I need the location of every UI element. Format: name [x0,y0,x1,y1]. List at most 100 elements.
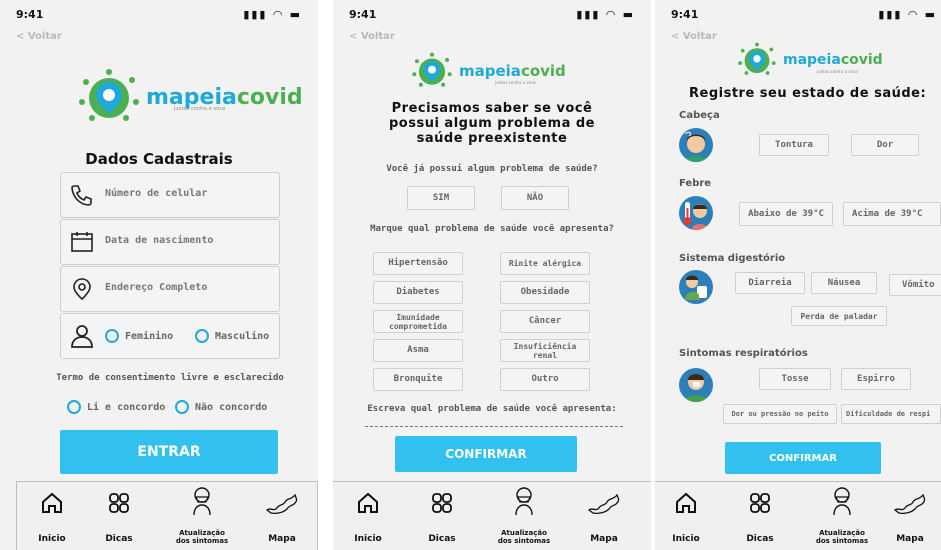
yes-button[interactable]: SIM [407,186,475,210]
male-radio[interactable] [195,329,209,343]
nav-symptoms[interactable]: Atualização dos sintomas [167,482,237,550]
birthdate-field[interactable]: Data de nascimento [60,219,280,265]
condition-option[interactable]: Asma [373,339,463,362]
nav-map[interactable]: Mapa [879,482,941,550]
condition-option[interactable]: Hipertensão [373,252,463,275]
consent-no-radio[interactable] [175,400,189,414]
nav-tips-label: Dicas [746,534,774,544]
no-button[interactable]: NÃO [501,186,569,210]
brand-tagline: juntos contra o vírus [817,69,859,74]
option-dizziness[interactable]: Tontura [759,134,829,156]
virus-pin-icon [412,52,452,87]
person-mask-icon [193,487,211,516]
category-digestive: Sistema digestório [679,253,786,264]
consent-title: Termo de consentimento livre e esclareci… [56,373,284,383]
option-sneeze[interactable]: Espirro [841,368,911,390]
home-icon [358,492,378,513]
address-field[interactable]: Endereço Completo [60,266,280,312]
status-bar: 9:41 ▮▮▮ ◠ ▬ [349,8,641,22]
option-below-39[interactable]: Abaixo de 39°C [739,202,833,226]
nav-symptoms[interactable]: Atualização dos sintomas [807,482,877,550]
nav-symptoms-line2: dos sintomas [175,537,229,545]
confirm-button[interactable]: CONFIRMAR [725,442,881,474]
confirm-button[interactable]: CONFIRMAR [395,436,577,472]
page-title: Registre seu estado de saúde: [689,86,927,101]
male-label: Masculino [215,330,270,342]
nav-tips[interactable]: Dicas [84,482,154,550]
condition-option[interactable]: Insuficiência renal [500,339,590,362]
enter-button[interactable]: ENTRAR [60,430,278,474]
consent-yes-radio[interactable] [67,400,81,414]
nav-map-label: Mapa [896,534,924,544]
dizzy-person-icon [683,131,709,162]
nav-home[interactable]: Inicio [333,482,403,550]
calendar-icon [71,232,93,252]
status-bar: 9:41 ▮▮▮ ◠ ▬ [16,8,308,22]
option-nausea[interactable]: Náusea [811,272,877,294]
option-vomit[interactable]: Vômito [889,274,941,296]
question-which-condition: Marque qual problema de saúde você apres… [370,224,614,234]
category-head: Cabeça [679,110,720,121]
nav-symptoms-line2: dos sintomas [497,537,551,545]
respiratory-illustration [679,368,713,402]
app-logo: mapeiacovid juntos contra o vírus [411,52,566,90]
option-breathing-difficulty[interactable]: Dificuldade de respi [841,404,941,424]
status-time: 9:41 [349,8,377,21]
option-taste-loss[interactable]: Perda de paladar [791,306,887,326]
screen-registration: 9:41 ▮▮▮ ◠ ▬ < Voltar mapeiacovid juntos… [0,0,318,550]
nav-tips-label: Dicas [105,534,133,544]
coughing-person-icon [684,374,708,402]
phone-field[interactable]: Número de celular [60,172,280,218]
nav-home[interactable]: Inicio [655,482,721,550]
screen-symptoms: 9:41 ▮▮▮ ◠ ▬ < Voltar mapeiacovid juntos… [655,0,941,550]
condition-option[interactable]: Imunidade comprometida [373,310,463,333]
back-button[interactable]: < Voltar [349,31,395,42]
virus-pin-icon [738,42,776,75]
condition-option[interactable]: Outro [500,368,590,391]
nav-tips[interactable]: Dicas [725,482,795,550]
nav-home[interactable]: Inicio [17,482,87,550]
gender-female-option[interactable]: Feminino [105,329,173,343]
screen-preexisting: 9:41 ▮▮▮ ◠ ▬ < Voltar mapeiacovid juntos… [333,0,651,550]
page-title: Dados Cadastrais [85,150,233,168]
map-icon [587,493,620,515]
brand-covid: covid [236,84,303,110]
back-button[interactable]: < Voltar [16,31,62,42]
nav-symptoms[interactable]: Atualização dos sintomas [489,482,559,550]
address-label: Endereço Completo [105,282,208,293]
category-respiratory: Sintomas respiratórios [679,348,808,359]
option-cough[interactable]: Tosse [759,368,831,390]
signal-wifi-battery-icon: ▮▮▮ ◠ ▬ [243,8,302,21]
condition-option[interactable]: Bronquite [373,368,463,391]
option-chest-pain[interactable]: Dor ou pressão no peito [723,404,837,424]
option-head-pain[interactable]: Dor [851,134,919,156]
condition-option[interactable]: Obesidade [500,281,590,304]
nav-map[interactable]: Mapa [569,482,639,550]
nav-tips[interactable]: Dicas [407,482,477,550]
condition-option[interactable]: Câncer [500,310,590,333]
describe-input[interactable] [365,426,623,427]
question-describe: Escreva qual problema de saúde você apre… [367,404,617,414]
gender-male-option[interactable]: Masculino [195,329,269,343]
back-button[interactable]: < Voltar [671,31,717,42]
home-icon [676,492,696,513]
consent-no-option[interactable]: Não concordo [175,400,267,414]
page-title: Precisamos saber se você possui algum pr… [333,101,651,146]
map-icon [265,493,298,515]
option-diarrhea[interactable]: Diarreia [735,272,805,294]
female-radio[interactable] [105,329,119,343]
condition-option[interactable]: Rinite alérgica [500,252,590,275]
nav-home-label: Inicio [38,534,66,544]
digestive-illustration [679,270,713,304]
person-icon [71,325,93,348]
question-has-condition: Você já possui algum problema de saúde? [386,164,598,174]
option-above-39[interactable]: Acima de 39°C [843,202,941,226]
signal-wifi-battery-icon: ▮▮▮ ◠ ▬ [878,8,937,21]
brand-tagline: juntos contra o vírus [495,80,537,85]
status-time: 9:41 [16,8,44,21]
nav-symptoms-line1: Atualização [819,529,865,537]
signal-wifi-battery-icon: ▮▮▮ ◠ ▬ [576,8,635,21]
condition-option[interactable]: Diabetes [373,281,463,304]
nav-map[interactable]: Mapa [247,482,317,550]
consent-yes-option[interactable]: Li e concordo [67,400,165,414]
